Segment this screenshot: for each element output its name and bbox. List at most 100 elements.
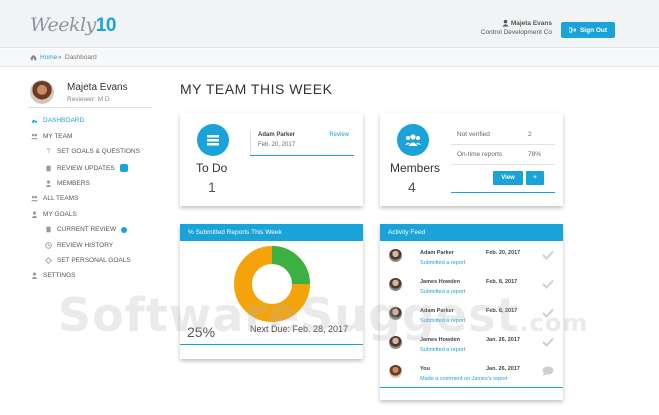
activity-date: Jan. 26, 2017 — [486, 337, 520, 343]
members-card: Members 4 Not verified 2 On-time reports… — [380, 113, 563, 206]
sign-out-label: Sign Out — [579, 26, 608, 34]
activity-action[interactable]: Submitted a report — [420, 289, 465, 295]
members-label: Members — [390, 161, 441, 175]
divider — [451, 192, 555, 193]
breadcrumb-home[interactable]: Home — [40, 54, 57, 61]
submitted-percent: 25% — [187, 324, 216, 340]
list-item[interactable]: James Howden Feb. 8, 2017 Submitted a re… — [380, 276, 563, 304]
sidebar-item-my-goals[interactable]: MY GOALS — [31, 211, 77, 218]
avatar — [389, 278, 402, 291]
sidebar-item-set-personal-goals[interactable]: SET PERSONAL GOALS — [45, 257, 131, 264]
sidebar-item-label: SET PERSONAL GOALS — [57, 257, 131, 264]
breadcrumb-separator: » — [58, 54, 62, 61]
stat-value: 78% — [528, 151, 542, 158]
sidebar-item-set-goals[interactable]: ? SET GOALS & QUESTIONS — [45, 148, 140, 155]
target-icon — [45, 257, 52, 264]
document-icon — [46, 165, 51, 171]
sidebar-item-current-review[interactable]: CURRENT REVIEW — [45, 226, 128, 233]
activity-name: You — [420, 366, 430, 372]
sidebar-item-label: SETTINGS — [43, 272, 76, 279]
members-icon-circle — [397, 124, 429, 156]
app-logo[interactable]: Weekly10 — [30, 14, 116, 37]
activity-date: Feb. 20, 2017 — [486, 250, 521, 256]
user-icon — [45, 180, 52, 187]
avatar — [389, 365, 402, 378]
dashboard-icon — [31, 119, 38, 123]
todo-icon-circle — [197, 124, 229, 156]
activity-action[interactable]: Submitted a report — [420, 260, 465, 266]
submitted-reports-card: % Submitted Reports This Week 25% Next D… — [180, 224, 363, 359]
breadcrumb: Home » Dashboard — [0, 49, 659, 67]
activity-action[interactable]: Submitted a report — [420, 318, 465, 324]
profile-reviewer: Reviewer: M D — [67, 96, 110, 103]
profile-name: Majeta Evans — [67, 82, 128, 93]
sidebar-item-label: REVIEW UPDATES — [57, 164, 115, 172]
submitted-reports-donut — [234, 246, 310, 322]
user-icon — [31, 211, 38, 218]
divider — [28, 107, 152, 108]
top-bar: Weekly10 Majeta Evans Control Developmen… — [0, 0, 659, 48]
document-icon — [46, 226, 51, 233]
view-members-button[interactable]: View — [493, 171, 523, 185]
avatar — [389, 249, 402, 262]
todo-item-date: Feb. 20, 2017 — [258, 142, 296, 148]
list-item[interactable]: Adam Parker Feb. 20, 2017 Submitted a re… — [380, 247, 563, 275]
sidebar-item-members[interactable]: MEMBERS — [45, 180, 90, 187]
activity-date: Jan. 26, 2017 — [486, 366, 520, 372]
list-item[interactable]: Adam Parker Feb. 8, 2017 Submitted a rep… — [380, 305, 563, 333]
add-member-button[interactable]: + — [526, 171, 544, 185]
sidebar-item-all-teams[interactable]: ALL TEAMS — [31, 195, 78, 202]
activity-date: Feb. 8, 2017 — [486, 279, 518, 285]
home-icon — [30, 54, 37, 61]
sidebar-item-label: MY TEAM — [43, 133, 73, 140]
check-icon — [542, 250, 554, 260]
comment-icon — [542, 366, 554, 376]
team-icon — [405, 134, 421, 146]
header-user-name: Majeta Evans — [510, 20, 552, 27]
sidebar-item-label: REVIEW HISTORY — [57, 242, 114, 249]
todo-item-name: Adam Parker — [258, 132, 296, 138]
divider — [451, 144, 555, 145]
stat-label: On-time reports — [457, 151, 503, 158]
todo-count: 1 — [208, 179, 216, 195]
stat-label: Not verified — [457, 131, 490, 138]
list-item[interactable]: James Howden Jan. 26, 2017 Submitted a r… — [380, 334, 563, 362]
sidebar-item-dashboard[interactable]: DASHBOARD — [31, 117, 84, 124]
team-icon — [31, 195, 38, 202]
avatar[interactable] — [30, 80, 54, 104]
activity-action[interactable]: Submitted a report — [420, 347, 465, 353]
sidebar-item-label: CURRENT REVIEW — [57, 226, 117, 233]
question-icon: ? — [46, 148, 51, 155]
header-user: Majeta Evans Control Development Co — [481, 19, 552, 37]
page-title: MY TEAM THIS WEEK — [180, 81, 333, 97]
activity-name: Adam Parker — [420, 308, 454, 314]
divider — [380, 387, 563, 388]
sidebar-item-label: DASHBOARD — [43, 117, 85, 124]
next-due-date: Next Due: Feb. 28, 2017 — [250, 324, 349, 334]
divider — [250, 155, 354, 156]
breadcrumb-current: Dashboard — [65, 54, 97, 61]
review-link[interactable]: Review — [329, 132, 349, 138]
sidebar-item-review-history[interactable]: REVIEW HISTORY — [45, 242, 113, 249]
team-icon — [31, 133, 38, 140]
activity-name: James Howden — [420, 337, 461, 343]
sign-out-button[interactable]: Sign Out — [561, 22, 615, 38]
sidebar-item-label: ALL TEAMS — [43, 195, 79, 202]
activity-name: James Howden — [420, 279, 461, 285]
card-header: % Submitted Reports This Week — [180, 224, 363, 241]
notification-badge — [121, 226, 128, 233]
notification-badge — [119, 164, 128, 172]
sidebar-item-review-updates[interactable]: REVIEW UPDATES — [45, 164, 128, 172]
avatar — [389, 336, 402, 349]
header-company: Control Development Co — [480, 29, 552, 36]
activity-action[interactable]: Made a comment on James's report — [420, 376, 508, 382]
activity-name: Adam Parker — [420, 250, 454, 256]
sidebar-item-settings[interactable]: SETTINGS — [31, 272, 76, 279]
sidebar-item-label: MEMBERS — [57, 180, 90, 187]
user-icon — [31, 272, 38, 279]
divider — [180, 344, 363, 345]
clock-icon — [45, 242, 52, 249]
sidebar-item-my-team[interactable]: MY TEAM — [31, 133, 72, 140]
activity-date: Feb. 8, 2017 — [486, 308, 518, 314]
list-icon — [207, 135, 219, 146]
